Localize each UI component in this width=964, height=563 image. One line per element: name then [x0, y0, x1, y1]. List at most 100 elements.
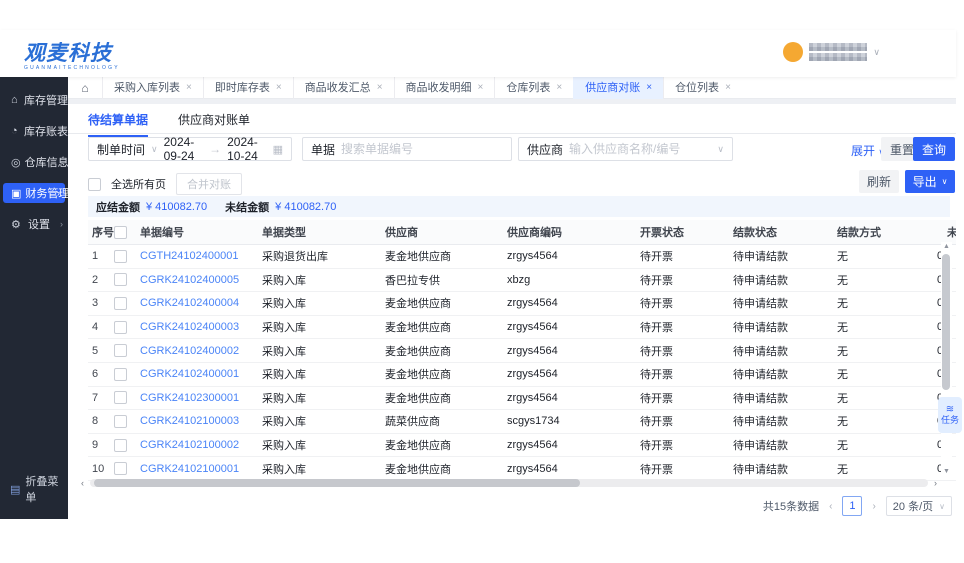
page-tab[interactable]: 仓库列表 ×: [494, 77, 573, 99]
table-row: 8 CGRK24102100003 采购入库 蔬菜供应商 scgys1734 待…: [88, 410, 956, 434]
page-number[interactable]: 1: [842, 496, 862, 516]
sidebar-item[interactable]: ▣ 财务管理 ›: [3, 183, 65, 203]
close-icon[interactable]: ×: [556, 77, 562, 99]
row-index: 8: [88, 415, 114, 427]
supplier-filter[interactable]: 供应商 ∨: [518, 137, 733, 161]
row-checkbox[interactable]: [114, 250, 127, 263]
vertical-scrollbar-track[interactable]: [941, 252, 952, 467]
supplier-name: 麦金地供应商: [385, 366, 507, 382]
avatar[interactable]: [783, 42, 803, 62]
header-checkbox[interactable]: [114, 226, 127, 239]
sidebar-item[interactable]: ◎ 仓库信息 ›: [0, 152, 68, 172]
close-icon[interactable]: ×: [276, 77, 282, 99]
row-checkbox[interactable]: [114, 297, 127, 310]
page-tab[interactable]: 即时库存表 ×: [203, 77, 293, 99]
vertical-scrollbar-thumb[interactable]: [942, 254, 950, 390]
col-supplier-code: 供应商编码: [507, 224, 640, 240]
horizontal-scrollbar-thumb[interactable]: [94, 479, 580, 487]
date-from-value[interactable]: 2024-09-24: [164, 135, 203, 163]
select-all-checkbox[interactable]: [88, 178, 101, 191]
vertical-scrollbar[interactable]: ▲ ▼: [941, 242, 952, 477]
prev-page-arrow[interactable]: ‹: [829, 501, 832, 512]
row-checkbox[interactable]: [114, 391, 127, 404]
close-icon[interactable]: ×: [377, 77, 383, 99]
hscroll-right-arrow[interactable]: ›: [934, 478, 937, 488]
export-button[interactable]: 导出 ∨: [905, 170, 955, 193]
document-code-link[interactable]: CGTH24102400001: [140, 250, 262, 262]
row-index: 7: [88, 392, 114, 404]
table-row: 7 CGRK24102300001 采购入库 麦金地供应商 zrgys4564 …: [88, 387, 956, 411]
row-checkbox[interactable]: [114, 344, 127, 357]
document-code-link[interactable]: CGRK24102400001: [140, 368, 262, 380]
vscroll-up-arrow[interactable]: ▲: [943, 242, 950, 252]
task-float-button[interactable]: ≋ 任务: [938, 397, 962, 433]
brand-logo: 观麦科技 GUANMAITECHNOLOGY: [24, 37, 120, 71]
ledger-icon: ◔: [11, 125, 20, 137]
page-size-select[interactable]: 20 条/页 ∨: [886, 496, 952, 516]
document-search-filter[interactable]: 单据: [302, 137, 512, 161]
document-code-link[interactable]: CGRK24102100002: [140, 439, 262, 451]
supplier-code: zrgys4564: [507, 345, 640, 357]
page-tab[interactable]: 商品收发明细 ×: [394, 77, 495, 99]
close-icon[interactable]: ×: [646, 77, 652, 99]
invoice-status: 待开票: [640, 319, 733, 335]
merge-reconcile-button[interactable]: 合并对账: [176, 173, 242, 195]
settings-icon: ⚙: [11, 218, 24, 231]
horizontal-scrollbar[interactable]: [90, 479, 928, 487]
date-filter-label[interactable]: 制单时间: [97, 141, 145, 158]
page-tab-label: 商品收发汇总: [305, 77, 371, 99]
sidebar-item[interactable]: ⚙ 设置 ›: [0, 214, 68, 234]
close-icon[interactable]: ×: [186, 77, 192, 99]
page-tab[interactable]: 仓位列表 ×: [663, 77, 742, 99]
calendar-icon[interactable]: ▦: [273, 143, 283, 156]
date-to-value[interactable]: 2024-10-24: [227, 135, 266, 163]
hscroll-left-arrow[interactable]: ‹: [81, 478, 84, 488]
row-checkbox[interactable]: [114, 462, 127, 475]
collapse-menu-button[interactable]: ▤ 折叠菜单: [10, 473, 68, 505]
expand-label: 展开: [851, 144, 875, 158]
page-tab[interactable]: 供应商对账 ×: [573, 77, 663, 99]
row-checkbox[interactable]: [114, 415, 127, 428]
document-code-link[interactable]: CGRK24102400002: [140, 345, 262, 357]
expand-filters-link[interactable]: 展开 ∨: [851, 142, 885, 159]
user-menu[interactable]: ∨: [783, 42, 880, 62]
document-code-link[interactable]: CGRK24102100001: [140, 463, 262, 475]
supplier-code: zrgys4564: [507, 439, 640, 451]
subtab[interactable]: 待结算单据: [88, 111, 148, 137]
close-icon[interactable]: ×: [478, 77, 484, 99]
supplier-name: 麦金地供应商: [385, 343, 507, 359]
search-button[interactable]: 查询: [913, 137, 955, 161]
sidebar-item[interactable]: ⌂ 库存管理 ›: [0, 90, 68, 110]
date-range-filter[interactable]: 制单时间 ∨ 2024-09-24 → 2024-10-24 ▦: [88, 137, 292, 161]
col-checkbox: [114, 226, 140, 239]
supplier-name: 麦金地供应商: [385, 390, 507, 406]
home-tab[interactable]: ⌂: [68, 81, 102, 95]
supplier-search-input[interactable]: [569, 142, 711, 156]
supplier-code: zrgys4564: [507, 392, 640, 404]
vscroll-down-arrow[interactable]: ▼: [943, 467, 950, 477]
document-code-link[interactable]: CGRK24102400004: [140, 297, 262, 309]
page-tab[interactable]: 商品收发汇总 ×: [293, 77, 394, 99]
page-tab[interactable]: 采购入库列表 ×: [102, 77, 203, 99]
document-code-link[interactable]: CGRK24102100003: [140, 415, 262, 427]
close-icon[interactable]: ×: [725, 77, 731, 99]
chevron-down-icon: ∨: [717, 144, 724, 155]
row-checkbox[interactable]: [114, 439, 127, 452]
row-checkbox[interactable]: [114, 273, 127, 286]
row-checkbox[interactable]: [114, 321, 127, 334]
sidebar-item[interactable]: ◔ 库存账表 ›: [0, 121, 68, 141]
document-code-link[interactable]: CGRK24102300001: [140, 392, 262, 404]
table-row: 2 CGRK24102400005 采购入库 香巴拉专供 xbzg 待开票 待申…: [88, 269, 956, 293]
supplier-code: zrgys4564: [507, 321, 640, 333]
document-search-input[interactable]: [341, 142, 503, 156]
due-amount-value: ¥ 410082.70: [146, 201, 207, 213]
refresh-button[interactable]: 刷新: [859, 170, 899, 193]
next-page-arrow[interactable]: ›: [872, 501, 875, 512]
row-checkbox[interactable]: [114, 368, 127, 381]
subtab[interactable]: 供应商对账单: [178, 111, 250, 137]
supplier-name: 麦金地供应商: [385, 248, 507, 264]
document-code-link[interactable]: CGRK24102400003: [140, 321, 262, 333]
export-label: 导出: [913, 173, 937, 190]
batch-actions: 全选所有页 合并对账: [88, 173, 242, 195]
document-code-link[interactable]: CGRK24102400005: [140, 274, 262, 286]
